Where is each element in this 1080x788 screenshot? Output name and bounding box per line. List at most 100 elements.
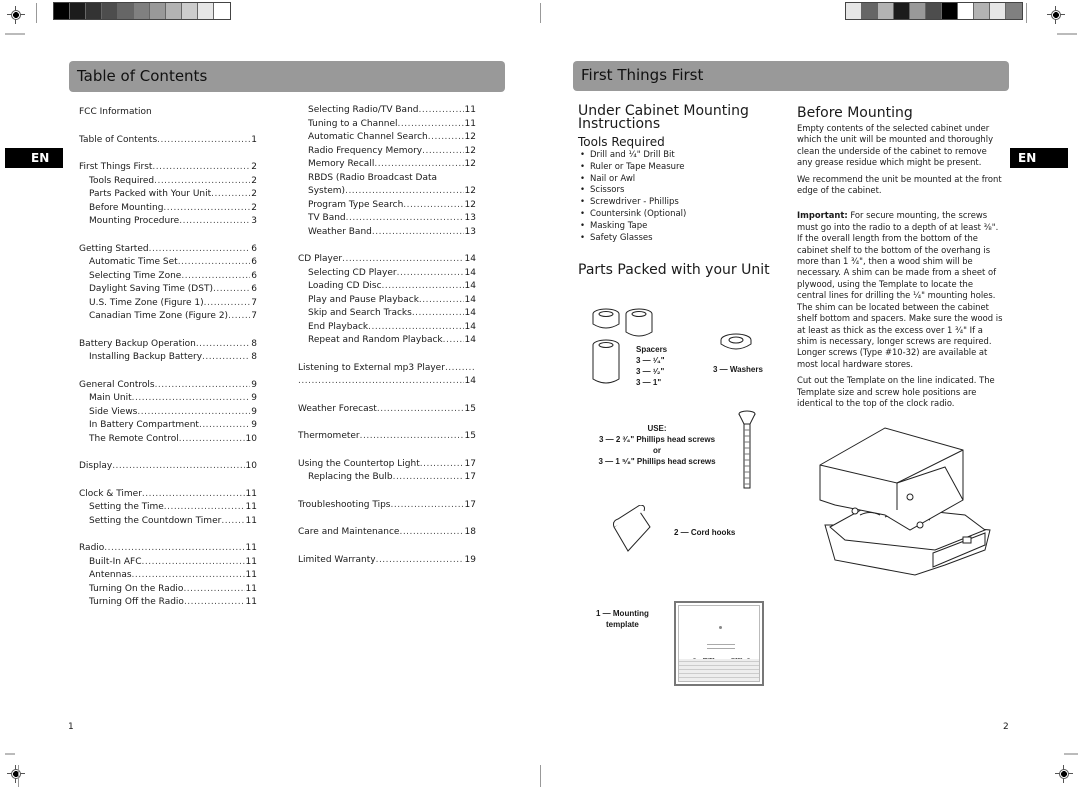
toc-entry[interactable]: System) 12	[298, 185, 476, 199]
screw-illustration	[738, 410, 756, 489]
toc-entry-label: Weather Band	[308, 226, 372, 237]
toc-entry[interactable]: Canadian Time Zone (Figure 2) 7	[79, 310, 257, 324]
toc-entry-page: 11	[464, 118, 476, 129]
toc-entry[interactable]: Automatic Time Set 6	[79, 256, 257, 270]
toc-entry[interactable]: Mounting Procedure 3	[79, 215, 257, 229]
toc-entry-label: Tuning to a Channel	[308, 118, 398, 129]
toc-entry[interactable]: Side Views 9	[79, 406, 257, 420]
toc-entry[interactable]: Turning Off the Radio 11	[79, 596, 257, 610]
toc-entry[interactable]: Battery Backup Operation 8	[79, 338, 257, 352]
toc-leader-dots	[377, 403, 464, 417]
toc-entry[interactable]: Antennas 11	[79, 569, 257, 583]
toc-entry[interactable]: Weather Band 13	[298, 226, 476, 240]
toc-entry[interactable]: Weather Forecast 15	[298, 403, 476, 417]
toc-entry[interactable]: In Battery Compartment 9	[79, 419, 257, 433]
toc-entry-page: 8	[251, 338, 257, 349]
toc-entry[interactable]: Thermometer 15	[298, 430, 476, 444]
toc-entry[interactable]: Memory Recall 12	[298, 158, 476, 172]
toc-leader-dots	[443, 334, 464, 348]
toc-entry[interactable]: TV Band 13	[298, 212, 476, 226]
color-swatch	[926, 3, 942, 19]
toc-entry-page: 19	[464, 554, 476, 565]
toc-entry[interactable]: Daylight Saving Time (DST) 6	[79, 283, 257, 297]
color-swatch	[150, 3, 166, 19]
toc-entry-label: RBDS (Radio Broadcast Data	[308, 172, 438, 183]
mounting-template-illustration: FRONT AVANT	[674, 601, 764, 686]
toc-entry[interactable]: Care and Maintenance 18	[298, 526, 476, 540]
registration-mark-icon	[7, 6, 25, 24]
toc-entry[interactable]: Tuning to a Channel 11	[298, 118, 476, 132]
toc-entry-label: Radio Frequency Memory	[308, 145, 423, 156]
toc-entry[interactable]: Getting Started 6	[79, 243, 257, 257]
toc-entry[interactable]: End Playback 14	[298, 321, 476, 335]
toc-entry[interactable]: Radio 11	[79, 542, 257, 556]
template-hatched-area	[679, 659, 759, 681]
toc-entry-label: Play and Pause Playback	[308, 294, 419, 305]
toc-leader-dots	[372, 226, 464, 240]
toc-entry[interactable]: Turning On the Radio 11	[79, 583, 257, 597]
toc-entry[interactable]: Program Type Search 12	[298, 199, 476, 213]
toc-entry[interactable]: Loading CD Disc 14	[298, 280, 476, 294]
toc-entry[interactable]: U.S. Time Zone (Figure 1) 7	[79, 297, 257, 311]
washers-caption: 3 — Washers	[713, 365, 763, 374]
toc-entry-page: 12	[464, 159, 476, 169]
toc-entry[interactable]: Before Mounting 2	[79, 202, 257, 216]
toc-entry[interactable]: The Remote Control 10	[79, 433, 257, 447]
toc-entry[interactable]: Main Unit 9	[79, 392, 257, 406]
cord-hooks-caption: 2 — Cord hooks	[674, 528, 736, 537]
color-swatch	[166, 3, 182, 19]
toc-leader-dots	[132, 392, 251, 406]
language-tab: EN	[1010, 148, 1068, 168]
toc-entry[interactable]: RBDS (Radio Broadcast Data	[298, 172, 476, 186]
toc-entry-page: 12	[464, 186, 476, 196]
tool-item: Nail or Awl	[580, 174, 686, 186]
toc-entry[interactable]: Automatic Channel Search 12	[298, 131, 476, 145]
toc-entry-page	[475, 362, 476, 376]
toc-entry-page: 13	[464, 226, 476, 237]
toc-entry[interactable]: First Things First 2	[79, 161, 257, 175]
toc-entry[interactable]: 14	[298, 375, 476, 389]
toc-entry[interactable]: Display 10	[79, 460, 257, 474]
toc-entry[interactable]: Skip and Search Tracks 14	[298, 307, 476, 321]
toc-entry[interactable]: Limited Warranty 19	[298, 554, 476, 568]
toc-entry-page: 14	[464, 376, 476, 386]
toc-leader-dots	[178, 256, 251, 270]
toc-entry[interactable]: Using the Countertop Light 17	[298, 458, 476, 472]
toc-entry[interactable]: Clock & Timer 11	[79, 488, 257, 502]
toc-entry[interactable]: Replacing the Bulb 17	[298, 471, 476, 485]
toc-entry[interactable]: CD Player 14	[298, 253, 476, 267]
toc-entry-page: 17	[464, 458, 476, 469]
crop-line	[36, 3, 37, 23]
toc-entry[interactable]: Selecting CD Player 14	[298, 267, 476, 281]
toc-entry[interactable]: General Controls 9	[79, 379, 257, 393]
toc-entry[interactable]: FCC Information	[79, 106, 257, 120]
toc-entry[interactable]: Built-In AFC 11	[79, 556, 257, 570]
toc-entry[interactable]: Installing Backup Battery 8	[79, 351, 257, 365]
toc-entry[interactable]: Table of Contents 1	[79, 134, 257, 148]
toc-entry[interactable]: Tools Required 2	[79, 175, 257, 189]
toc-entry-page: 14	[464, 281, 476, 291]
toc-entry-label: Canadian Time Zone (Figure 2)	[89, 311, 229, 321]
toc-entry-label: Selecting Time Zone	[89, 270, 182, 281]
toc-entry[interactable]: Setting the Countdown Timer 11	[79, 515, 257, 529]
toc-entry-label: Battery Backup Operation	[79, 338, 196, 349]
tool-item: Scissors	[580, 185, 686, 197]
toc-entry[interactable]: Troubleshooting Tips 17	[298, 499, 476, 513]
toc-spacer	[298, 512, 476, 526]
toc-entry[interactable]: Parts Packed with Your Unit 2	[79, 188, 257, 202]
toc-leader-dots	[420, 458, 464, 472]
toc-entry-page: 13	[464, 213, 476, 223]
toc-leader-dots	[157, 134, 250, 148]
toc-entry[interactable]: Repeat and Random Playback 14	[298, 334, 476, 348]
toc-entry[interactable]: Selecting Radio/TV Band 11	[298, 104, 476, 118]
toc-entry-label: Setting the Time	[89, 502, 164, 512]
toc-leader-dots	[346, 212, 464, 226]
tool-item: Drill and ¹⁄₄" Drill Bit	[580, 150, 686, 162]
toc-entry[interactable]: Selecting Time Zone 6	[79, 270, 257, 284]
toc-entry-page: 10	[245, 433, 257, 444]
toc-entry[interactable]: Setting the Time 11	[79, 501, 257, 515]
toc-entry[interactable]: Play and Pause Playback 14	[298, 294, 476, 308]
toc-entry[interactable]: Radio Frequency Memory 12	[298, 145, 476, 159]
toc-entry[interactable]: Listening to External mp3 Player	[298, 362, 476, 376]
toc-column-2: Selecting Radio/TV Band11Tuning to a Cha…	[298, 104, 476, 567]
